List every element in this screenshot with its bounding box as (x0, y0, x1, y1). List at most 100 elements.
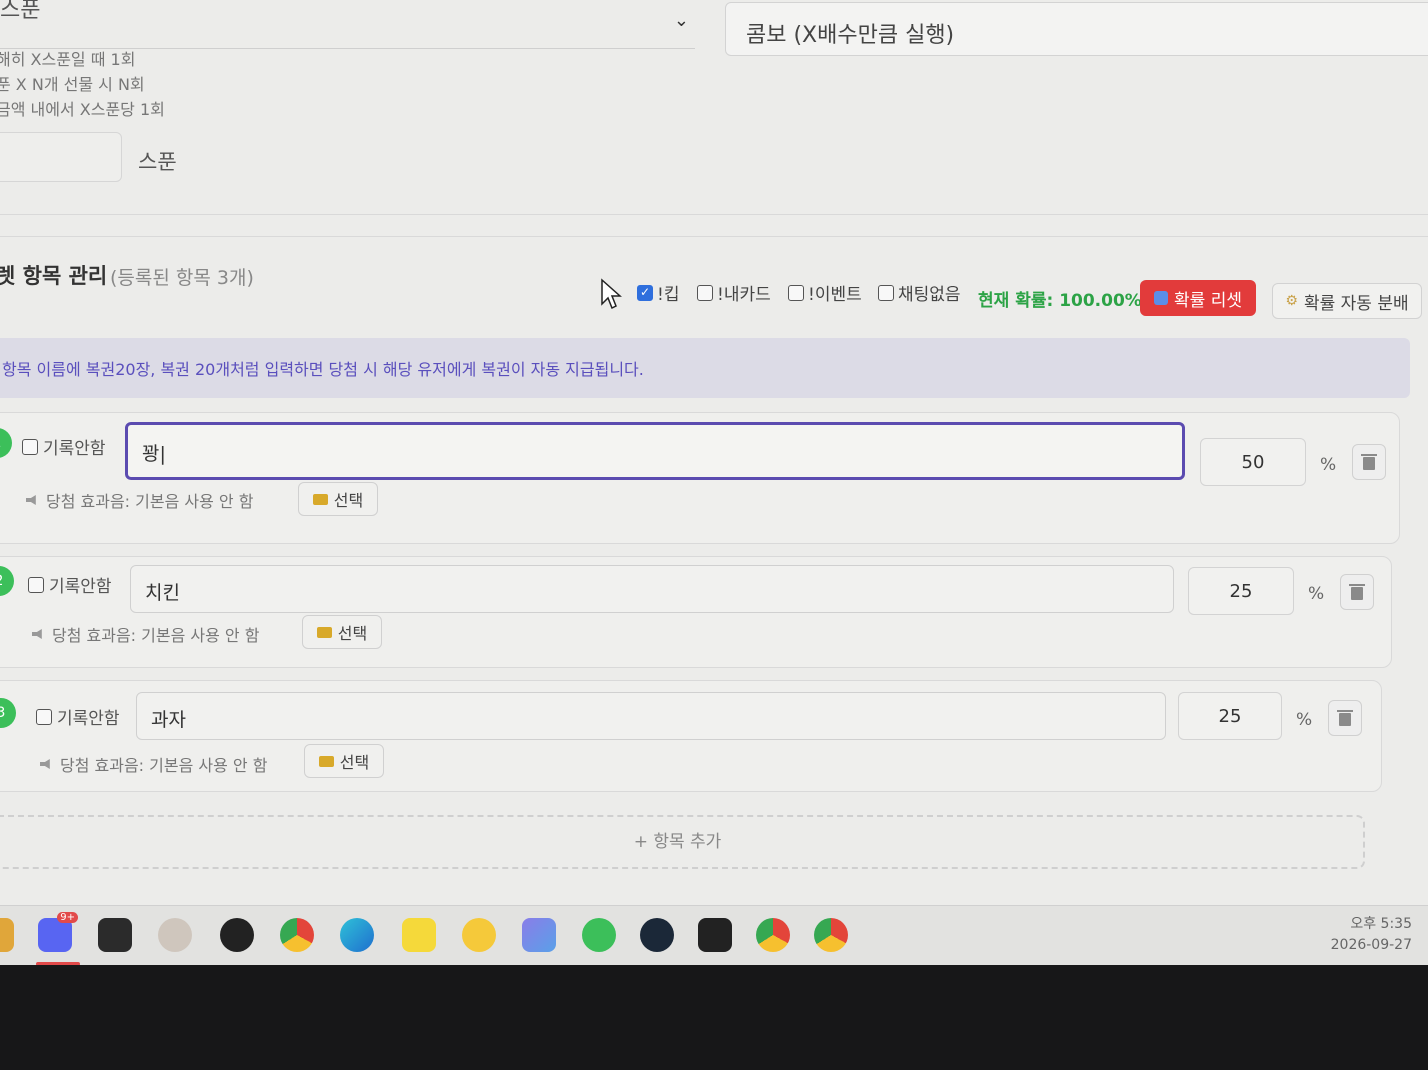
info-text: 항목 이름에 복권20장, 복권 20개처럼 입력하면 당첨 시 해당 유저에게… (2, 360, 644, 379)
no-record-label: 기록안함 (57, 709, 120, 729)
auto-label: 확률 자동 분배 (1303, 293, 1409, 314)
add-item-button[interactable]: + 항목 추가 (0, 815, 1365, 869)
select-sound-button[interactable]: 선택 (304, 744, 384, 778)
win-sound-label: 당첨 효과음: 기본음 사용 안 함 (26, 488, 253, 512)
divider (0, 214, 1428, 215)
chevron-down-icon: ⌄ (673, 10, 689, 31)
item-name-input[interactable]: 치킨 (130, 565, 1174, 613)
folder-icon (318, 755, 334, 767)
chrome-icon-2[interactable] (814, 918, 848, 952)
combo-mode-select[interactable]: 콤보 (X배수만큼 실행) (725, 2, 1428, 56)
option-label: 채팅없음 (898, 285, 961, 305)
option-mycard[interactable]: !내카드 (697, 280, 771, 305)
combo-mode-value: 콤보 (X배수만큼 실행) (746, 23, 955, 48)
refresh-icon (1154, 291, 1169, 305)
no-record-toggle[interactable]: 기록안함 (36, 704, 120, 729)
trash-icon (1349, 584, 1365, 600)
select-label: 선택 (333, 491, 364, 510)
spoon-unit-label: 스푼 (138, 150, 177, 174)
reset-label: 확률 리셋 (1174, 290, 1242, 311)
notepad-icon[interactable] (698, 918, 732, 952)
no-record-toggle[interactable]: 기록안함 (22, 434, 106, 459)
checkbox-icon[interactable] (697, 284, 713, 301)
item-name-input[interactable]: 과자 (136, 692, 1166, 740)
option-label: !킵 (657, 285, 680, 305)
item-count: (등록된 항목 3개) (110, 267, 254, 289)
folder-icon (312, 493, 328, 505)
checkbox-icon[interactable] (878, 284, 894, 301)
percent-sign: % (1296, 710, 1313, 730)
speaker-icon (32, 629, 42, 639)
trigger-select[interactable]: ⌄ (0, 0, 695, 49)
monitor-bezel (0, 965, 1428, 1070)
option-no-chat[interactable]: 채팅없음 (878, 280, 961, 305)
music-icon[interactable] (522, 918, 556, 952)
option-event[interactable]: !이벤트 (788, 280, 862, 305)
trash-icon (1361, 454, 1377, 470)
checkbox-icon[interactable] (788, 284, 804, 301)
auto-distribute-button[interactable]: ⚙ 확률 자동 분배 (1272, 283, 1422, 319)
clock-time: 오후 5:35 (1350, 916, 1412, 932)
desc-line: 푼 X N개 선물 시 N회 (0, 75, 145, 94)
desc-line: 금액 내에서 X스푼당 1회 (0, 100, 165, 119)
reset-probability-button[interactable]: 확률 리셋 (1140, 280, 1256, 316)
gear-icon: ⚙ (1285, 293, 1298, 309)
leaf-app-icon[interactable] (582, 918, 616, 952)
no-record-label: 기록안함 (49, 577, 112, 597)
win-sound-text: 당첨 효과음: 기본음 사용 안 함 (46, 492, 254, 511)
desc-line: 해히 X스푼일 때 1회 (0, 50, 136, 69)
item-percent-input[interactable]: 25 (1178, 692, 1282, 740)
delete-item-button[interactable] (1340, 574, 1374, 610)
delete-item-button[interactable] (1328, 700, 1362, 736)
system-clock[interactable]: 오후 5:35 2026-09-27 (1331, 914, 1412, 956)
trash-icon (1337, 710, 1353, 726)
notification-badge: 9+ (57, 912, 78, 923)
select-label: 선택 (337, 624, 368, 643)
delete-item-button[interactable] (1352, 444, 1386, 480)
chrome-icon[interactable] (280, 918, 314, 952)
app-window: 스푼 ⌄ 콤보 (X배수만큼 실행) 해히 X스푼일 때 1회 푼 X N개 선… (0, 0, 1428, 970)
divider (0, 236, 1428, 237)
app-icon[interactable] (158, 918, 192, 952)
item-percent-input[interactable]: 25 (1188, 567, 1294, 615)
edge-icon[interactable] (340, 918, 374, 952)
mouse-cursor-icon (601, 278, 622, 310)
g-hub-icon[interactable] (220, 918, 254, 952)
current-probability: 현재 확률: 100.00% (978, 291, 1142, 311)
no-record-label: 기록안함 (43, 439, 106, 459)
kakaotalk-icon[interactable] (402, 918, 436, 952)
win-sound-text: 당첨 효과음: 기본음 사용 안 함 (52, 626, 260, 645)
option-keep[interactable]: ✓ !킵 (637, 280, 679, 305)
section-title: 렛 항목 관리 (0, 264, 108, 288)
checkbox-icon[interactable] (28, 576, 44, 593)
speaker-icon (40, 759, 50, 769)
select-label: 선택 (339, 753, 370, 772)
spoon-amount-input[interactable] (0, 132, 122, 182)
discord-icon[interactable]: 9+ (38, 912, 78, 952)
taskbar: 9+ 오후 5:35 2026-09-27 (0, 905, 1428, 968)
percent-sign: % (1320, 455, 1337, 475)
checkbox-icon[interactable] (36, 708, 52, 725)
option-label: !이벤트 (808, 285, 862, 305)
chrome-profile-icon[interactable] (756, 918, 790, 952)
win-sound-label: 당첨 효과음: 기본음 사용 안 함 (32, 622, 259, 646)
app-icon[interactable] (0, 918, 14, 952)
item-name-value: 꽝 (142, 443, 160, 465)
steam-icon[interactable] (640, 918, 674, 952)
clock-date: 2026-09-27 (1330, 937, 1412, 953)
option-label: !내카드 (717, 285, 771, 305)
info-banner: 항목 이름에 복권20장, 복권 20개처럼 입력하면 당첨 시 해당 유저에게… (0, 338, 1410, 398)
item-percent-input[interactable]: 50 (1200, 438, 1306, 486)
folder-icon (316, 626, 332, 638)
kakao-icon[interactable] (462, 918, 496, 952)
item-name-input[interactable]: 꽝| (125, 422, 1185, 480)
no-record-toggle[interactable]: 기록안함 (28, 572, 112, 597)
select-sound-button[interactable]: 선택 (302, 615, 382, 649)
select-sound-button[interactable]: 선택 (298, 482, 378, 516)
win-sound-text: 당첨 효과음: 기본음 사용 안 함 (60, 756, 268, 775)
percent-sign: % (1308, 584, 1325, 604)
checkbox-icon[interactable] (22, 438, 38, 455)
win-sound-label: 당첨 효과음: 기본음 사용 안 함 (40, 752, 267, 776)
checkbox-checked-icon[interactable]: ✓ (637, 284, 653, 301)
terminal-icon[interactable] (98, 918, 132, 952)
